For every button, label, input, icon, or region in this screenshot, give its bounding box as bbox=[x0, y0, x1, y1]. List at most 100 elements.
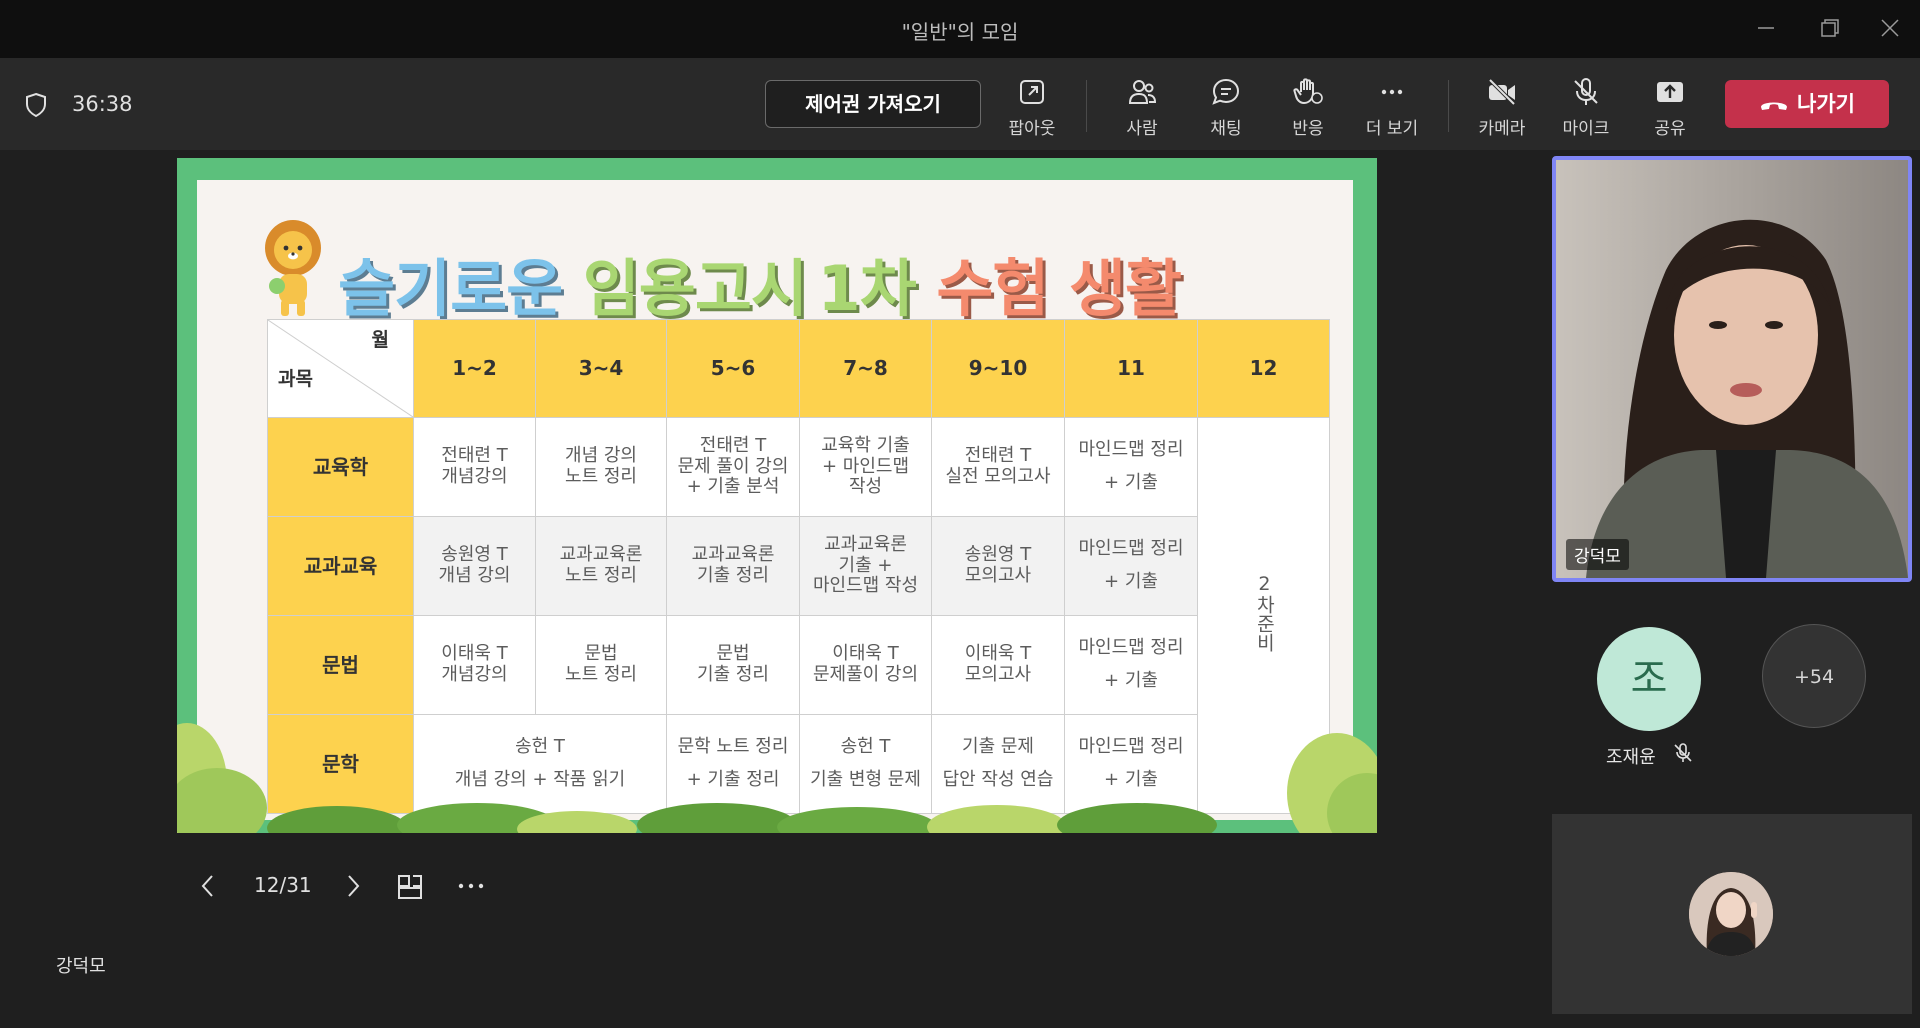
more-label: 더 보기 bbox=[1365, 119, 1419, 139]
self-view-tile[interactable] bbox=[1552, 814, 1912, 1014]
slide-title-part: 슬기로운 bbox=[338, 252, 563, 325]
cell-line: 문법 bbox=[716, 643, 750, 665]
cell-line: 교과교육론 bbox=[691, 544, 775, 566]
share-button[interactable]: 공유 bbox=[1630, 76, 1710, 139]
chat-label: 채팅 bbox=[1210, 119, 1242, 139]
cell-line: 마인드맵 작성 bbox=[812, 575, 919, 597]
people-icon bbox=[1128, 80, 1157, 104]
cell-line: 개념 강의 bbox=[438, 565, 511, 586]
close-icon[interactable] bbox=[1876, 14, 1904, 42]
cell-line: + 마인드맵 bbox=[821, 455, 910, 477]
table-row: 교과교육 송원영 T 개념 강의 교과교육론 노트 정리 교과교육론 기출 정리 교과… bbox=[267, 516, 1330, 616]
cell-line: 문법 bbox=[584, 643, 618, 665]
meeting-toolbar: 36:38 제어권 가져오기 팝아웃 사람 채팅 반응 더 보기 카메라 마이크… bbox=[0, 58, 1920, 150]
more-participants-button[interactable]: +54 bbox=[1762, 624, 1866, 728]
cell-line: + 기출 bbox=[1104, 670, 1158, 691]
table-row: 문법 이태욱 T 개념강의 문법 노트 정리 문법 기출 정리 이태욱 T 문제풀이 강… bbox=[267, 615, 1330, 715]
schedule-cell: 이태욱 T 모의고사 bbox=[931, 615, 1065, 715]
minimize-icon[interactable] bbox=[1752, 14, 1780, 42]
corner-month-label: 월 bbox=[371, 329, 389, 351]
cell-line: + 기출 분석 bbox=[686, 476, 780, 498]
schedule-cell: 전태련 T 개념강의 bbox=[413, 417, 536, 517]
cell-line: 송원영 T bbox=[964, 544, 1032, 566]
toolbar-divider bbox=[1086, 80, 1087, 132]
camera-off-icon bbox=[1488, 78, 1516, 106]
prev-slide-icon[interactable] bbox=[195, 870, 221, 902]
schedule-cell: 마인드맵 정리 + 기출 bbox=[1064, 516, 1198, 616]
share-icon bbox=[1657, 82, 1683, 102]
mic-button[interactable]: 마이크 bbox=[1546, 76, 1626, 139]
slide-title-part: 임용고시 bbox=[582, 252, 808, 325]
cell-line: 모의고사 bbox=[964, 664, 1032, 685]
cell-line: 마인드맵 정리 bbox=[1078, 439, 1184, 461]
mic-label: 마이크 bbox=[1562, 119, 1610, 139]
cell-line: 이태욱 T bbox=[964, 643, 1032, 665]
phone-hangup-icon bbox=[1761, 102, 1788, 110]
bush-decoration bbox=[177, 723, 1377, 833]
more-button[interactable]: 더 보기 bbox=[1352, 76, 1432, 139]
cell-line: 개념강의 bbox=[441, 466, 508, 487]
slide-title-part: 1차 bbox=[817, 252, 917, 325]
schedule-cell: 문법 노트 정리 bbox=[535, 615, 667, 715]
cell-line: 실전 모의고사 bbox=[945, 466, 1051, 487]
chat-icon bbox=[1212, 78, 1240, 105]
slide-page-number: 12/31 bbox=[254, 873, 312, 897]
participant-name-tag: 강덕모 bbox=[1566, 539, 1629, 570]
month-header: 11 bbox=[1064, 319, 1198, 418]
schedule-cell: 송원영 T 개념 강의 bbox=[413, 516, 536, 616]
slide-title: 슬기로운 임용고시 1차 수험 생활 bbox=[338, 238, 1182, 328]
camera-button[interactable]: 카메라 bbox=[1462, 76, 1542, 139]
leave-button[interactable]: 나가기 bbox=[1725, 80, 1889, 128]
schedule-cell: 송원영 T 모의고사 bbox=[931, 516, 1065, 616]
cell-line: 전태련 T bbox=[699, 434, 767, 456]
schedule-cell: 문법 기출 정리 bbox=[666, 615, 800, 715]
schedule-cell: 마인드맵 정리 + 기출 bbox=[1064, 615, 1198, 715]
cell-line: + 기출 bbox=[1104, 571, 1158, 592]
subject-cell: 문법 bbox=[267, 615, 414, 715]
cell-line: 기출 정리 bbox=[697, 664, 769, 685]
cell-line: 마인드맵 정리 bbox=[1078, 637, 1184, 659]
slide-more-icon[interactable] bbox=[456, 870, 486, 902]
subject-cell: 교과교육 bbox=[267, 516, 414, 616]
schedule-cell: 교육학 기출 + 마인드맵 작성 bbox=[799, 417, 932, 517]
lion-mascot-icon bbox=[257, 218, 329, 318]
cell-line: 마인드맵 정리 bbox=[1078, 538, 1184, 560]
cell-line: 개념강의 bbox=[441, 664, 508, 685]
take-control-button[interactable]: 제어권 가져오기 bbox=[765, 80, 981, 128]
video-feed bbox=[1556, 160, 1908, 578]
schedule-cell: 이태욱 T 문제풀이 강의 bbox=[799, 615, 932, 715]
restore-icon[interactable] bbox=[1816, 14, 1844, 42]
chat-button[interactable]: 채팅 bbox=[1186, 76, 1266, 139]
react-button[interactable]: 반응 bbox=[1268, 76, 1348, 139]
cell-line: 기출 정리 bbox=[697, 565, 769, 586]
cell-line: 송원영 T bbox=[441, 544, 508, 566]
people-button[interactable]: 사람 bbox=[1102, 76, 1182, 139]
people-label: 사람 bbox=[1126, 119, 1158, 139]
cell-line: 전태련 T bbox=[441, 445, 508, 467]
mic-off-icon bbox=[1574, 78, 1598, 105]
cell-line: + 기출 bbox=[1104, 472, 1158, 493]
schedule-cell: 전태련 T 문제 풀이 강의 + 기출 분석 bbox=[666, 417, 800, 517]
cell-line: 전태련 T bbox=[964, 445, 1032, 467]
schedule-cell: 교과교육론 노트 정리 bbox=[535, 516, 667, 616]
slide-title-part: 생활 bbox=[1069, 252, 1182, 325]
month-header: 12 bbox=[1197, 319, 1330, 418]
next-slide-icon[interactable] bbox=[340, 870, 366, 902]
more-dots-icon bbox=[1381, 89, 1403, 95]
participant-avatar[interactable]: 조 bbox=[1597, 627, 1701, 731]
table-row: 교육학 전태련 T 개념강의 개념 강의 노트 정리 전태련 T 문제 풀이 강의 + … bbox=[267, 417, 1330, 814]
slide-grid-icon[interactable] bbox=[396, 870, 426, 902]
mic-off-icon bbox=[1672, 742, 1694, 764]
schedule-cell: 개념 강의 노트 정리 bbox=[535, 417, 667, 517]
cell-line: 노트 정리 bbox=[565, 466, 637, 487]
popout-button[interactable]: 팝아웃 bbox=[992, 76, 1072, 139]
month-header: 3~4 bbox=[535, 319, 667, 418]
participant-video[interactable]: 강덕모 bbox=[1552, 156, 1912, 582]
month-header: 9~10 bbox=[931, 319, 1065, 418]
title-bar: "일반"의 모임 bbox=[0, 0, 1920, 58]
month-header: 5~6 bbox=[666, 319, 800, 418]
react-label: 반응 bbox=[1292, 119, 1324, 139]
window-title: "일반"의 모임 bbox=[901, 20, 1019, 44]
profile-picture bbox=[1689, 872, 1773, 956]
presenter-name: 강덕모 bbox=[56, 956, 106, 977]
